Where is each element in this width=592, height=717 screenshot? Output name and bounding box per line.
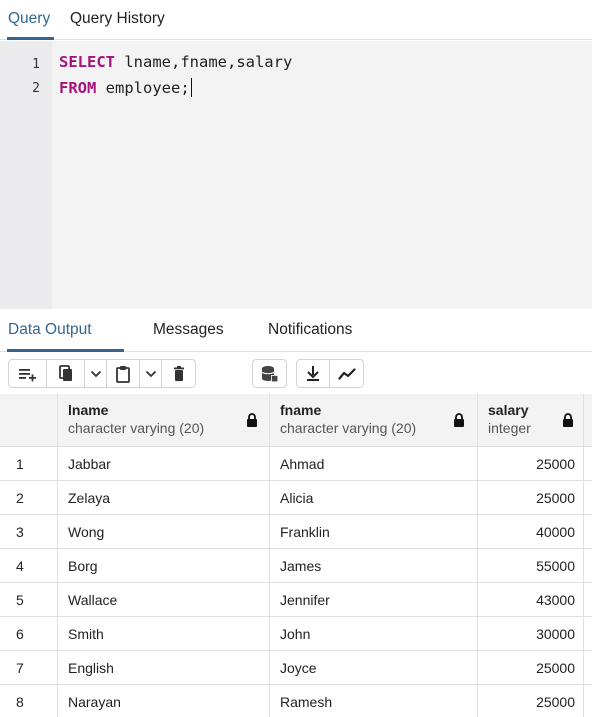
- export-button-group: [296, 359, 364, 388]
- save-data-icon: [261, 365, 278, 382]
- salary-cell[interactable]: 25000: [478, 685, 584, 717]
- line-number: 1: [32, 57, 40, 72]
- add-row-icon: [18, 368, 36, 381]
- column-header-lname[interactable]: lname character varying (20): [58, 394, 270, 446]
- chevron-down-icon: [90, 370, 101, 377]
- table-row[interactable]: 8 Narayan Ramesh 25000: [0, 685, 592, 717]
- fname-cell[interactable]: John: [270, 617, 478, 650]
- salary-cell[interactable]: 55000: [478, 549, 584, 582]
- table-row[interactable]: 3 Wong Franklin 40000: [0, 515, 592, 549]
- table-row[interactable]: 4 Borg James 55000: [0, 549, 592, 583]
- lock-icon: [563, 413, 573, 427]
- code-line: SELECT lname,fname,salary: [59, 53, 292, 71]
- column-type: character varying (20): [68, 420, 205, 436]
- tab-notifications[interactable]: Notifications: [268, 321, 352, 339]
- delete-icon: [173, 365, 184, 381]
- row-number-header: [0, 394, 58, 446]
- data-grid: lname character varying (20) fname chara…: [0, 394, 592, 717]
- column-name: fname: [280, 402, 322, 418]
- fname-cell[interactable]: Ahmad: [270, 447, 478, 480]
- download-icon: [307, 366, 319, 381]
- text-cursor: [190, 78, 192, 97]
- column-name: lname: [68, 402, 109, 418]
- delete-button[interactable]: [162, 360, 195, 387]
- salary-cell[interactable]: 30000: [478, 617, 584, 650]
- copy-icon: [58, 364, 72, 381]
- table-row[interactable]: 5 Wallace Jennifer 43000: [0, 583, 592, 617]
- download-button[interactable]: [297, 360, 330, 387]
- query-tabbar: Query Query History: [0, 0, 592, 40]
- tab-messages[interactable]: Messages: [153, 321, 224, 339]
- salary-cell[interactable]: 40000: [478, 515, 584, 548]
- chevron-down-icon: [145, 370, 156, 377]
- row-number-cell[interactable]: 7: [0, 651, 58, 684]
- row-number-cell[interactable]: 5: [0, 583, 58, 616]
- row-number-cell[interactable]: 6: [0, 617, 58, 650]
- code-text: employee;: [96, 79, 190, 97]
- lname-cell[interactable]: Wong: [58, 515, 270, 548]
- line-number: 2: [32, 81, 40, 96]
- edit-button-group: [8, 359, 196, 388]
- fname-cell[interactable]: Jennifer: [270, 583, 478, 616]
- tab-query-history[interactable]: Query History: [70, 10, 165, 28]
- salary-cell[interactable]: 25000: [478, 651, 584, 684]
- salary-cell[interactable]: 25000: [478, 481, 584, 514]
- table-row[interactable]: 6 Smith John 30000: [0, 617, 592, 651]
- paste-button[interactable]: [107, 360, 140, 387]
- fname-cell[interactable]: James: [270, 549, 478, 582]
- lname-cell[interactable]: Smith: [58, 617, 270, 650]
- sql-editor[interactable]: 1 2 SELECT lname,fname,salary FROM emplo…: [0, 41, 592, 309]
- copy-button[interactable]: [47, 360, 85, 387]
- fname-cell[interactable]: Franklin: [270, 515, 478, 548]
- lname-cell[interactable]: English: [58, 651, 270, 684]
- lname-cell[interactable]: Jabbar: [58, 447, 270, 480]
- save-data-button[interactable]: [253, 360, 286, 387]
- line-gutter: 1 2: [0, 41, 52, 309]
- row-number-cell[interactable]: 2: [0, 481, 58, 514]
- copy-options-dropdown[interactable]: [85, 360, 107, 387]
- row-number-cell[interactable]: 4: [0, 549, 58, 582]
- row-number-cell[interactable]: 8: [0, 685, 58, 717]
- lock-icon: [454, 413, 464, 427]
- output-tabbar: Data Output Messages Notifications: [0, 309, 592, 352]
- table-row[interactable]: 1 Jabbar Ahmad 25000: [0, 447, 592, 481]
- graph-visualiser-icon: [337, 367, 356, 380]
- column-name: salary: [488, 402, 529, 418]
- lock-icon: [247, 413, 257, 427]
- paste-icon: [116, 365, 130, 383]
- salary-cell[interactable]: 25000: [478, 447, 584, 480]
- tab-data-output[interactable]: Data Output: [8, 321, 92, 339]
- fname-cell[interactable]: Ramesh: [270, 685, 478, 717]
- table-row[interactable]: 7 English Joyce 25000: [0, 651, 592, 685]
- sql-keyword: SELECT: [59, 53, 115, 71]
- fname-cell[interactable]: Joyce: [270, 651, 478, 684]
- salary-cell[interactable]: 43000: [478, 583, 584, 616]
- code-area[interactable]: SELECT lname,fname,salary FROM employee;: [52, 41, 592, 309]
- sql-keyword: FROM: [59, 79, 97, 97]
- column-header-fname[interactable]: fname character varying (20): [270, 394, 478, 446]
- column-type: character varying (20): [280, 420, 417, 436]
- data-toolbar: [0, 352, 592, 394]
- add-row-button[interactable]: [9, 360, 47, 387]
- tab-query[interactable]: Query: [8, 10, 50, 28]
- code-text: lname,fname,salary: [115, 53, 293, 71]
- active-tab-indicator: [7, 37, 54, 40]
- row-number-cell[interactable]: 3: [0, 515, 58, 548]
- column-header-salary[interactable]: salary integer: [478, 394, 584, 446]
- graph-visualiser-button[interactable]: [330, 360, 363, 387]
- paste-options-dropdown[interactable]: [140, 360, 162, 387]
- row-number-cell[interactable]: 1: [0, 447, 58, 480]
- lname-cell[interactable]: Narayan: [58, 685, 270, 717]
- lname-cell[interactable]: Zelaya: [58, 481, 270, 514]
- fname-cell[interactable]: Alicia: [270, 481, 478, 514]
- save-button-group: [252, 359, 287, 388]
- header-row: lname character varying (20) fname chara…: [0, 394, 592, 447]
- lname-cell[interactable]: Wallace: [58, 583, 270, 616]
- lname-cell[interactable]: Borg: [58, 549, 270, 582]
- column-type: integer: [488, 420, 531, 436]
- code-line: FROM employee;: [59, 78, 192, 97]
- table-row[interactable]: 2 Zelaya Alicia 25000: [0, 481, 592, 515]
